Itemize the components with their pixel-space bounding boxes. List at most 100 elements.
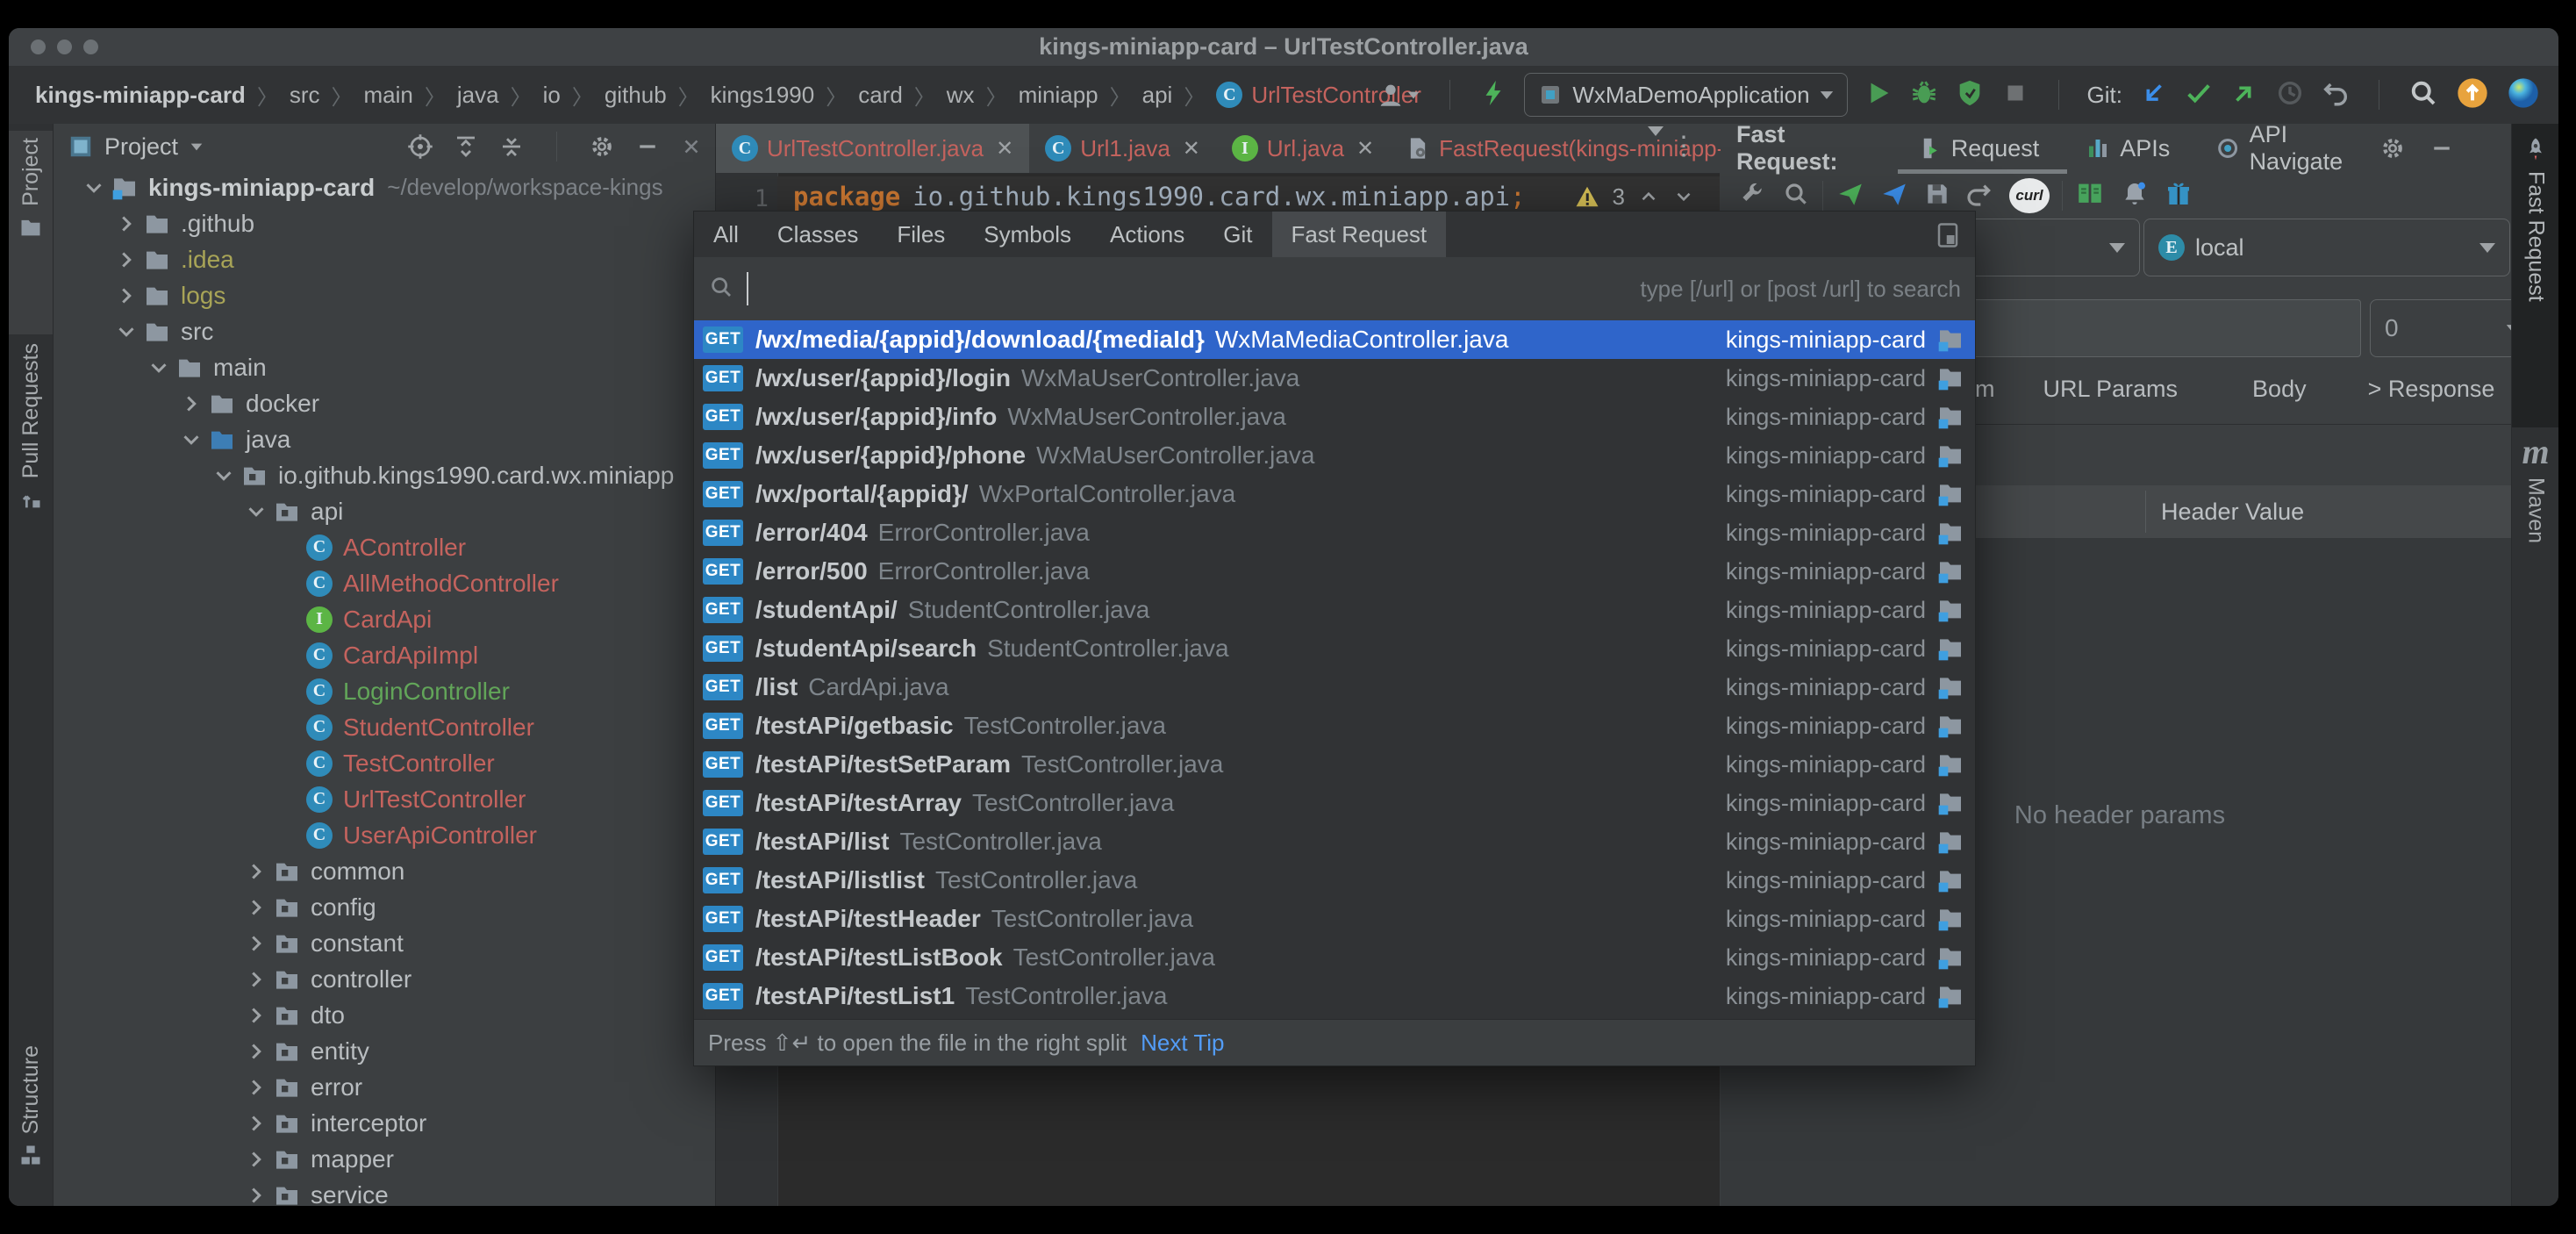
expand-all-button[interactable] [453,133,479,160]
curl-icon[interactable]: curl [2009,178,2050,213]
result-row[interactable]: GET /list CardApi.java kings-miniapp-car… [694,668,1975,707]
close-tab-icon[interactable]: ✕ [1356,136,1374,161]
result-row[interactable]: GET /testAPi/testList1 TestController.ja… [694,977,1975,1015]
tree-row[interactable]: main [54,349,715,385]
tree-chevron-icon[interactable] [111,211,142,237]
close-tab-icon[interactable]: ✕ [996,136,1013,161]
tree-row[interactable]: logs [54,277,715,313]
tree-row[interactable]: io.github.kings1990.card.wx.miniapp [54,457,715,493]
tree-row[interactable]: docker [54,385,715,421]
result-row[interactable]: GET /error/404 ErrorController.java king… [694,513,1975,552]
history-button[interactable] [2275,78,2305,112]
result-row[interactable]: GET /wx/media/{appid}/download/{mediaId}… [694,320,1975,359]
tree-chevron-icon[interactable] [240,1146,272,1173]
close-window-button[interactable] [31,39,46,54]
tree-row[interactable]: error [54,1069,715,1105]
editor-tab[interactable]: FastRequest(kings-miniapp-ca [1390,124,1764,173]
result-row[interactable]: GET /wx/user/{appid}/info WxMaUserContro… [694,398,1975,436]
result-row[interactable]: GET /testAPi/testSetParam TestController… [694,745,1975,784]
popup-tab-files[interactable]: Files [877,212,964,257]
editor-tab[interactable]: IUrl.java✕ [1216,124,1390,173]
tree-row[interactable]: mapper [54,1141,715,1177]
popup-search-input[interactable] [747,272,1640,305]
sidebar-item-maven[interactable]: m Maven [2512,431,2558,543]
tree-chevron-icon[interactable] [240,1002,272,1029]
result-row[interactable]: GET /testAPi/list TestController.java ki… [694,822,1975,861]
close-tab-icon[interactable]: ✕ [1183,136,1200,161]
tree-row[interactable]: src [54,313,715,349]
send-download-icon[interactable] [1879,179,1909,213]
more-options-icon[interactable]: ⋮ [1671,131,1699,161]
tree-chevron-icon[interactable] [111,247,142,273]
sidebar-item-pull-requests[interactable]: Pull Requests [9,343,53,545]
pin-window-icon[interactable] [1936,222,1959,253]
save-icon[interactable] [1923,180,1951,212]
tree-chevron-icon[interactable] [240,1182,272,1207]
result-row[interactable]: GET /studentApi/ StudentController.java … [694,591,1975,629]
update-notification-icon[interactable] [2455,75,2490,115]
popup-tab-fast-request[interactable]: Fast Request [1272,212,1447,257]
tree-chevron-icon[interactable] [240,966,272,993]
tree-chevron-icon[interactable] [111,283,142,309]
breadcrumb-item[interactable]: kings1990 [711,82,815,109]
rollback-button[interactable] [2321,78,2351,112]
tree-chevron-icon[interactable] [208,463,240,489]
prev-problem-icon[interactable] [1637,185,1660,208]
search-icon[interactable] [1782,180,1810,212]
result-row[interactable]: GET /testAPi/testArray TestController.ja… [694,784,1975,822]
next-tip-link[interactable]: Next Tip [1141,1030,1224,1057]
tree-row[interactable]: dto [54,997,715,1033]
tree-chevron-icon[interactable] [240,1074,272,1101]
result-row[interactable]: GET /testAPi/testListBook TestController… [694,938,1975,977]
git-update-button[interactable] [2138,78,2168,112]
coverage-button[interactable] [1955,78,1985,112]
breadcrumb-item[interactable]: main [364,82,413,109]
run-config-select[interactable]: WxMaDemoApplication [1524,73,1847,117]
tree-row[interactable]: C AllMethodController [54,565,715,601]
popup-tab-symbols[interactable]: Symbols [964,212,1091,257]
close-icon[interactable] [680,135,703,158]
collapse-all-button[interactable] [498,133,525,160]
popup-tab-classes[interactable]: Classes [758,212,877,257]
breadcrumb-item[interactable]: github [605,82,667,109]
tree-chevron-icon[interactable] [240,499,272,525]
tree-row[interactable]: common [54,853,715,889]
sidebar-item-structure[interactable]: Structure [9,1045,53,1206]
environment-select[interactable]: E local [2143,219,2510,276]
tab-fragment[interactable]: m [1975,376,1995,403]
tree-row[interactable]: api [54,493,715,529]
breadcrumb-item[interactable]: miniapp [1019,82,1098,109]
result-row[interactable]: GET /wx/user/{appid}/login WxMaUserContr… [694,359,1975,398]
result-row[interactable]: GET /error/500 ErrorController.java king… [694,552,1975,591]
gear-icon[interactable] [2379,135,2406,161]
breadcrumb-item[interactable]: kings-miniapp-card [35,82,246,109]
hide-panel-button[interactable] [2429,135,2455,161]
popup-tab-git[interactable]: Git [1204,212,1271,257]
tree-row[interactable]: C StudentController [54,709,715,745]
tree-row[interactable]: C AController [54,529,715,565]
breadcrumb-item[interactable]: java [457,82,499,109]
git-commit-button[interactable] [2184,78,2214,112]
tab-api-navigate[interactable]: API Navigate [2215,121,2379,176]
search-everywhere-button[interactable] [2408,77,2439,113]
docs-icon[interactable] [2075,179,2105,213]
wrench-icon[interactable] [1738,180,1766,212]
breadcrumb-item[interactable]: io [543,82,561,109]
sidebar-item-fast-request[interactable]: Fast Request [2512,124,2558,427]
breadcrumb-item[interactable]: wx [947,82,975,109]
tree-row[interactable]: C LoginController [54,673,715,709]
tree-chevron-icon[interactable] [111,319,142,345]
tree-row[interactable]: interceptor [54,1105,715,1141]
breadcrumb-item[interactable]: src [290,82,320,109]
tree-row[interactable]: controller [54,961,715,997]
gear-icon[interactable] [589,133,615,160]
git-push-button[interactable] [2229,78,2259,112]
popup-tab-all[interactable]: All [694,212,758,257]
user-icon[interactable] [1376,80,1421,110]
tree-chevron-icon[interactable] [143,355,175,381]
tab-request[interactable]: Request [1916,135,2040,162]
project-panel-title[interactable]: Project [104,133,178,161]
tree-row[interactable]: constant [54,925,715,961]
tab-list-chevron-icon[interactable] [1648,136,1664,152]
locate-file-button[interactable] [407,133,433,160]
